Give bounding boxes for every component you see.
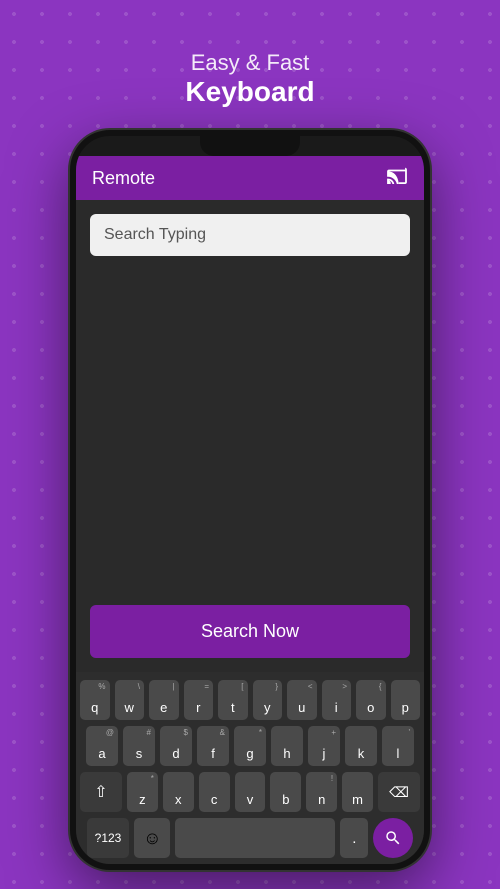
key-d[interactable]: $d	[160, 726, 192, 766]
key-x[interactable]: x	[163, 772, 194, 812]
shift-key[interactable]: ⇧	[80, 772, 122, 812]
key-z[interactable]: *z	[127, 772, 158, 812]
key-m[interactable]: m	[342, 772, 373, 812]
key-k[interactable]: k	[345, 726, 377, 766]
content-area	[90, 268, 410, 605]
search-input-container[interactable]: Search Typing	[90, 214, 410, 256]
period-key[interactable]: .	[340, 818, 368, 858]
emoji-key[interactable]: ☺	[134, 818, 170, 858]
key-v[interactable]: v	[235, 772, 266, 812]
search-key[interactable]	[373, 818, 413, 858]
key-n[interactable]: !n	[306, 772, 337, 812]
key-row-2: @a #s $d &f *g h +j k 'l	[80, 726, 420, 766]
key-g[interactable]: *g	[234, 726, 266, 766]
key-h[interactable]: h	[271, 726, 303, 766]
space-key[interactable]	[175, 818, 335, 858]
key-p[interactable]: p	[391, 680, 421, 720]
key-w[interactable]: \w	[115, 680, 145, 720]
key-i[interactable]: >i	[322, 680, 352, 720]
key-b[interactable]: b	[270, 772, 301, 812]
key-u[interactable]: <u	[287, 680, 317, 720]
search-input-text: Search Typing	[104, 226, 206, 243]
key-row-bottom: ?123 ☺ .	[80, 818, 420, 858]
key-row-1: %q \w |e =r [t }y <u >i {o p	[80, 680, 420, 720]
key-t[interactable]: [t	[218, 680, 248, 720]
header-subtitle: Easy & Fast	[185, 50, 314, 76]
key-f[interactable]: &f	[197, 726, 229, 766]
search-now-button[interactable]: Search Now	[90, 605, 410, 658]
key-l[interactable]: 'l	[382, 726, 414, 766]
header: Easy & Fast Keyboard	[185, 50, 314, 108]
app-bar: Remote	[76, 156, 424, 200]
key-o[interactable]: {o	[356, 680, 386, 720]
key-c[interactable]: c	[199, 772, 230, 812]
keyboard: %q \w |e =r [t }y <u >i {o p @a #s $d &f…	[76, 672, 424, 864]
key-a[interactable]: @a	[86, 726, 118, 766]
key-e[interactable]: |e	[149, 680, 179, 720]
key-j[interactable]: +j	[308, 726, 340, 766]
phone-frame: Remote Search Typing Search Now %q \w |e…	[70, 130, 430, 870]
num-key[interactable]: ?123	[87, 818, 130, 858]
key-r[interactable]: =r	[184, 680, 214, 720]
key-q[interactable]: %q	[80, 680, 110, 720]
header-title: Keyboard	[185, 76, 314, 108]
app-title: Remote	[92, 168, 155, 189]
app-content: Search Typing Search Now	[76, 200, 424, 672]
backspace-key[interactable]: ⌫	[378, 772, 420, 812]
cast-icon[interactable]	[386, 166, 408, 190]
key-y[interactable]: }y	[253, 680, 283, 720]
phone-notch	[200, 136, 300, 156]
key-s[interactable]: #s	[123, 726, 155, 766]
key-row-3: ⇧ *z x c v b !n m ⌫	[80, 772, 420, 812]
